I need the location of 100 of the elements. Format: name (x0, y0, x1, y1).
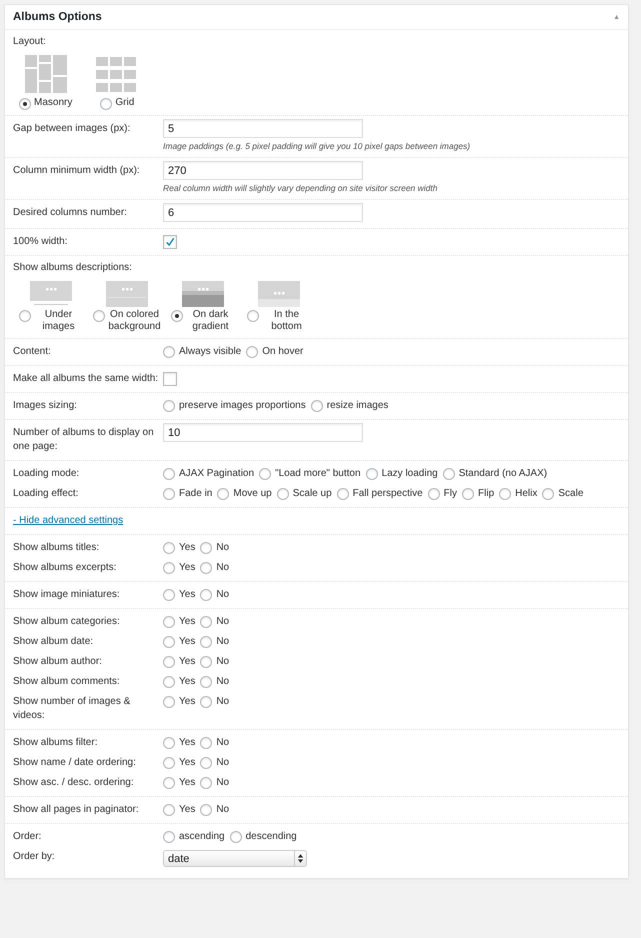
field-label: Images sizing: (13, 399, 78, 413)
option-label: Yes (179, 675, 196, 689)
under-image-thumbnail-icon (30, 281, 72, 307)
field-label: Show albums excerpts: (13, 561, 118, 575)
radio-button[interactable] (163, 589, 175, 601)
text-field[interactable]: 10 (163, 423, 363, 442)
radio-button[interactable] (163, 562, 175, 574)
field-label: Number of albums to display on one page: (13, 426, 155, 454)
radio-button[interactable] (200, 676, 212, 688)
radio-button[interactable] (366, 468, 378, 480)
option-label: Standard (no AJAX) (458, 467, 548, 481)
field-label: Loading mode: (13, 467, 80, 481)
radio-button[interactable] (163, 737, 175, 749)
option-label: Yes (179, 803, 196, 817)
radio-button[interactable] (163, 804, 175, 816)
field-label: Show album categories: (13, 615, 121, 629)
radio-button[interactable] (230, 831, 242, 843)
hint-text: Image paddings (e.g. 5 pixel padding will give you 10 pixel gaps between images) (163, 141, 470, 151)
option-label: Yes (179, 776, 196, 790)
radio-button[interactable] (163, 616, 175, 628)
radio-button[interactable] (163, 346, 175, 358)
radio-button[interactable] (200, 589, 212, 601)
radio-button[interactable] (499, 488, 512, 500)
radio-button[interactable] (246, 346, 258, 358)
option-label: "Load more" button (275, 467, 361, 481)
radio-button[interactable] (163, 636, 175, 648)
option-label: No (216, 541, 230, 555)
option-label: Lazy loading (382, 467, 438, 481)
radio-button[interactable] (310, 400, 323, 412)
field-label: Loading effect: (13, 487, 80, 501)
option-label: resize images (326, 399, 388, 413)
field-label: Show albums descriptions: (13, 261, 133, 275)
hint-text: Real column width will slightly vary depending on site visitor screen width (163, 183, 438, 193)
radio-button[interactable] (336, 488, 349, 500)
field-label: Show number of images & videos: (13, 695, 132, 723)
radio-button[interactable] (163, 488, 175, 500)
option-label: AJAX Pagination (179, 467, 254, 481)
radio-button[interactable] (100, 98, 112, 110)
radio-button[interactable] (163, 656, 175, 668)
radio-button[interactable] (247, 310, 259, 322)
option-label: Yes (179, 615, 196, 629)
radio-button[interactable] (542, 488, 554, 500)
radio-button[interactable] (163, 400, 175, 412)
field-label: Show album date: (13, 635, 94, 649)
radio-button[interactable] (200, 804, 212, 816)
order-by-select[interactable]: date (163, 850, 307, 867)
radio-button[interactable] (200, 616, 212, 628)
radio-button[interactable] (19, 98, 31, 110)
radio-button[interactable] (462, 488, 474, 500)
text-field[interactable]: 5 (163, 119, 363, 138)
checkbox[interactable] (163, 235, 177, 249)
option-label: No (216, 561, 230, 575)
radio-button[interactable] (200, 656, 212, 668)
option-label: No (216, 736, 230, 750)
option-label: Always visible (179, 345, 242, 359)
radio-button[interactable] (93, 310, 106, 322)
radio-button[interactable] (200, 737, 212, 749)
radio-button[interactable] (163, 676, 175, 688)
option-label: descending (246, 830, 297, 844)
radio-button[interactable] (163, 777, 175, 789)
radio-button[interactable] (171, 310, 183, 322)
hide-advanced-link[interactable]: - Hide advanced settings (13, 514, 124, 528)
checkbox[interactable] (163, 372, 177, 386)
radio-button[interactable] (163, 542, 175, 554)
radio-button[interactable] (276, 488, 289, 500)
radio-button[interactable] (200, 696, 212, 708)
radio-button[interactable] (200, 636, 212, 648)
option-label: On colored background (108, 309, 161, 333)
radio-button[interactable] (200, 562, 212, 574)
option-label: Yes (179, 635, 196, 649)
option-label: Yes (179, 588, 196, 602)
option-label: Fade in (179, 487, 212, 501)
field-label: Show albums filter: (13, 736, 98, 750)
radio-button[interactable] (163, 757, 175, 769)
radio-button[interactable] (163, 468, 175, 480)
option-label: No (216, 803, 230, 817)
option-label: On dark gradient (191, 309, 230, 333)
option-label: preserve images proportions (179, 399, 306, 413)
option-label: Under images (41, 309, 76, 333)
radio-button[interactable] (200, 777, 212, 789)
radio-button[interactable] (19, 310, 31, 322)
radio-button[interactable] (200, 542, 212, 554)
radio-button[interactable] (163, 696, 175, 708)
option-label: Yes (179, 561, 196, 575)
option-label: ascending (179, 830, 225, 844)
radio-button[interactable] (428, 488, 440, 500)
text-field[interactable]: 6 (163, 203, 363, 222)
radio-button[interactable] (217, 488, 230, 500)
radio-button[interactable] (259, 468, 272, 480)
field-label: Gap between images (px): (13, 122, 132, 136)
field-label: Show album comments: (13, 675, 121, 689)
radio-button[interactable] (442, 468, 455, 480)
option-label: No (216, 635, 230, 649)
radio-button[interactable] (200, 757, 212, 769)
option-label: Flip (478, 487, 494, 501)
radio-button[interactable] (163, 831, 175, 843)
field-label: Show name / date ordering: (13, 756, 137, 770)
field-label: Order by: (13, 850, 56, 864)
text-field[interactable]: 270 (163, 161, 363, 180)
field-label: Make all albums the same width: (13, 372, 160, 386)
